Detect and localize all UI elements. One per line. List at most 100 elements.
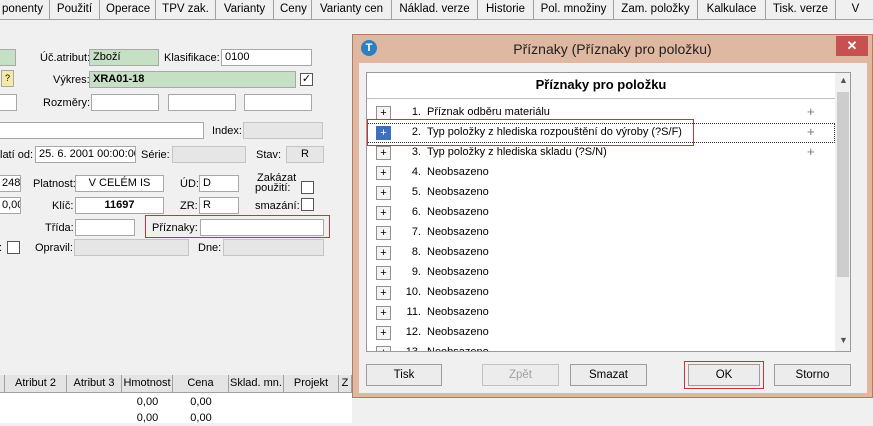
lookup-icon[interactable]: ? xyxy=(1,70,14,87)
zakazat-smazani-checkbox[interactable] xyxy=(301,198,314,211)
dialog-titlebar[interactable]: T Příznaky (Příznaky pro položku) ✕ xyxy=(353,35,872,62)
flag-text: Typ položky z hlediska skladu (?S/N) xyxy=(427,146,607,158)
left-green-field[interactable] xyxy=(0,49,16,66)
platnost-field[interactable]: V CELÉM IS xyxy=(75,175,164,192)
flag-text: Neobsazeno xyxy=(427,266,489,278)
tab-varianty[interactable]: Varianty xyxy=(216,0,274,19)
add-value-icon[interactable]: + xyxy=(807,144,815,159)
rozmery-field-2[interactable] xyxy=(168,94,236,111)
flag-row[interactable]: +3. Typ položky z hlediska skladu (?S/N) + xyxy=(367,143,835,163)
add-value-icon[interactable]: + xyxy=(807,104,815,119)
flag-number: 1. xyxy=(411,106,421,118)
expand-plus-icon[interactable]: + xyxy=(376,346,391,351)
tab-tpv-zak[interactable]: TPV zak. xyxy=(156,0,216,19)
flags-list: Příznaky pro položku +1. Příznak odběru m… xyxy=(366,72,851,352)
flag-text: Neobsazeno xyxy=(427,346,489,352)
grid-header-cena[interactable]: Cena xyxy=(173,375,229,393)
flag-row[interactable]: +4. Neobsazeno xyxy=(367,163,835,183)
tab-pol-mnoziny[interactable]: Pol. množiny xyxy=(534,0,614,19)
left-field-c[interactable]: 0,00 xyxy=(0,197,21,214)
grid-header-z[interactable]: Z xyxy=(339,375,352,393)
flag-number: 8. xyxy=(411,246,421,258)
print-button[interactable]: Tisk xyxy=(366,364,442,386)
tab-naklad-verze[interactable]: Náklad. verze xyxy=(392,0,478,19)
expand-plus-icon[interactable]: + xyxy=(376,106,391,120)
flag-number: 11. xyxy=(406,306,421,318)
flag-number: 3. xyxy=(411,146,421,158)
expand-plus-icon[interactable]: + xyxy=(376,206,391,220)
expand-plus-icon[interactable]: + xyxy=(376,166,391,180)
expand-plus-icon[interactable]: + xyxy=(376,286,391,300)
flag-number: 10. xyxy=(405,286,421,298)
flag-row[interactable]: +11. Neobsazeno xyxy=(367,303,835,323)
flag-row[interactable]: +5. Neobsazeno xyxy=(367,183,835,203)
tab-kalkulace[interactable]: Kalkulace xyxy=(698,0,766,19)
priznaky-dialog: T Příznaky (Příznaky pro položku) ✕ Příz… xyxy=(352,34,873,398)
expand-plus-icon[interactable]: + xyxy=(376,226,391,240)
rozmery-field-3[interactable] xyxy=(244,94,312,111)
scroll-thumb[interactable] xyxy=(837,92,849,277)
scroll-up-icon[interactable]: ▲ xyxy=(839,75,848,85)
flag-text: Neobsazeno xyxy=(427,186,489,198)
klasifikace-field[interactable]: 0100 xyxy=(221,49,312,66)
ud-field[interactable]: D xyxy=(199,175,239,192)
priznaky-label: Příznaky: xyxy=(152,222,198,234)
trida-field[interactable] xyxy=(75,219,135,236)
scroll-down-icon[interactable]: ▼ xyxy=(839,335,848,345)
expand-plus-icon[interactable]: + xyxy=(376,306,391,320)
vertical-scrollbar[interactable]: ▲ ▼ xyxy=(835,73,850,351)
flag-row[interactable]: +8. Neobsazeno xyxy=(367,243,835,263)
items-grid: Atribut 2 Atribut 3 Hmotnost Cena Sklad.… xyxy=(0,375,352,424)
tab-ceny[interactable]: Ceny xyxy=(274,0,312,19)
cancel-button[interactable]: Storno xyxy=(774,364,851,386)
tab-zam-polozky[interactable]: Zam. položky xyxy=(614,0,698,19)
delete-button[interactable]: Smazat xyxy=(570,364,647,386)
back-button[interactable]: Zpět xyxy=(482,364,559,386)
tab-historie[interactable]: Historie xyxy=(478,0,534,19)
tab-pouziti[interactable]: Použití xyxy=(50,0,100,19)
flag-number: 6. xyxy=(411,206,421,218)
tab-varianty-cen[interactable]: Varianty cen xyxy=(312,0,392,19)
uc-atribut-label: Úč.atribut: xyxy=(40,52,91,64)
plati-od-field[interactable]: 25. 6. 2001 00:00:00 xyxy=(35,146,136,163)
grid-header-hmotnost[interactable]: Hmotnost xyxy=(122,375,173,393)
expand-plus-icon[interactable]: + xyxy=(376,186,391,200)
flag-row[interactable]: +7. Neobsazeno xyxy=(367,223,835,243)
vykres-checkbox[interactable]: ✓ xyxy=(300,73,313,86)
flag-row[interactable]: +13. Neobsazeno xyxy=(367,343,835,352)
zakazat-pouziti-checkbox[interactable] xyxy=(301,181,314,194)
expand-plus-icon[interactable]: + xyxy=(376,326,391,340)
tab-komponenty[interactable]: ponenty xyxy=(0,0,50,19)
grid-header-projekt[interactable]: Projekt xyxy=(284,375,339,393)
grid-header-sklad-mn[interactable]: Sklad. mn. xyxy=(229,375,284,393)
tab-tisk-verze[interactable]: Tisk. verze xyxy=(766,0,836,19)
tab-more[interactable]: V xyxy=(836,0,873,19)
left-field-a[interactable] xyxy=(0,94,17,111)
klasifikace-label: Klasifikace: xyxy=(164,52,220,64)
zr-field[interactable]: R xyxy=(199,197,239,214)
expand-plus-icon[interactable]: + xyxy=(376,246,391,260)
tab-operace[interactable]: Operace xyxy=(100,0,156,19)
add-value-icon[interactable]: + xyxy=(807,124,815,139)
klic-label: Klíč: xyxy=(52,200,74,212)
close-button[interactable]: ✕ xyxy=(836,36,868,56)
expand-plus-icon[interactable]: + xyxy=(376,146,391,160)
flag-row[interactable]: +10. Neobsazeno xyxy=(367,283,835,303)
uc-atribut-field[interactable]: Zboží xyxy=(89,49,159,66)
ok-button[interactable]: OK xyxy=(688,364,760,386)
flag-row[interactable]: +6. Neobsazeno xyxy=(367,203,835,223)
grid-header-atribut-2[interactable]: Atribut 2 xyxy=(5,375,67,393)
klic-field[interactable]: 11697 xyxy=(75,197,164,214)
name-field[interactable] xyxy=(0,122,204,139)
left-field-b[interactable]: 2483 xyxy=(0,175,21,192)
rozmery-field-1[interactable] xyxy=(91,94,159,111)
priznaky-field[interactable] xyxy=(200,219,324,236)
flag-row[interactable]: +12. Neobsazeno xyxy=(367,323,835,343)
flag-row[interactable]: +9. Neobsazeno xyxy=(367,263,835,283)
left-checkbox[interactable] xyxy=(7,241,20,254)
expand-plus-icon[interactable]: + xyxy=(376,266,391,280)
grid-header-atribut-3[interactable]: Atribut 3 xyxy=(67,375,122,393)
flag-number: 5. xyxy=(411,186,421,198)
stav-label: Stav: xyxy=(256,149,282,161)
vykres-field[interactable]: XRA01-18 xyxy=(89,71,296,88)
